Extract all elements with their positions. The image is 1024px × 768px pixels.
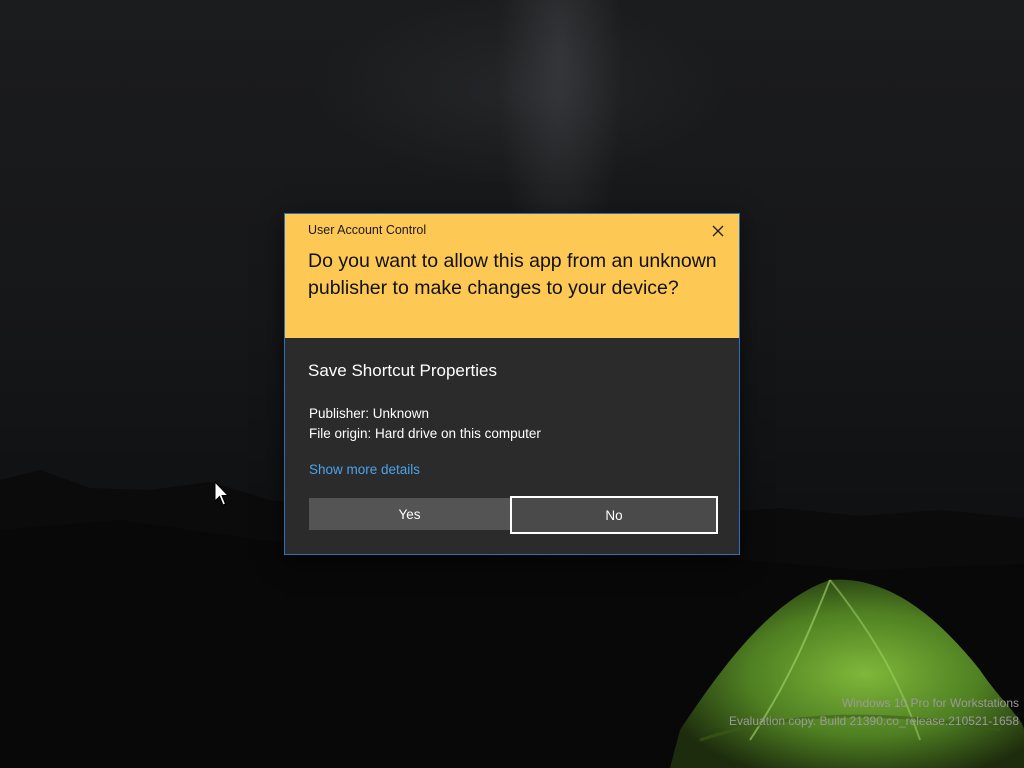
uac-header: User Account Control Do you want to allo… bbox=[285, 214, 739, 338]
app-name: Save Shortcut Properties bbox=[308, 361, 497, 380]
close-button[interactable] bbox=[707, 220, 729, 242]
dialog-question: Do you want to allow this app from an un… bbox=[308, 250, 717, 299]
publisher-label: Publisher: Unknown bbox=[309, 406, 430, 421]
desktop-background: User Account Control Do you want to allo… bbox=[0, 0, 1024, 768]
no-button[interactable]: No bbox=[510, 496, 718, 534]
show-more-details-link[interactable]: Show more details bbox=[309, 462, 420, 477]
arrow-cursor-icon bbox=[214, 481, 230, 506]
dialog-title: User Account Control bbox=[308, 223, 427, 237]
windows-watermark: Windows 10 Pro for Workstations Evaluati… bbox=[729, 694, 1019, 730]
yes-button[interactable]: Yes bbox=[309, 498, 510, 530]
watermark-build: Evaluation copy. Build 21390.co_release.… bbox=[729, 714, 1019, 728]
tent-illustration bbox=[670, 579, 1024, 768]
file-origin-label: File origin: Hard drive on this computer bbox=[309, 425, 541, 441]
app-info: Publisher: Unknown File origin: Hard dri… bbox=[309, 404, 541, 443]
close-icon bbox=[712, 225, 724, 237]
watermark-edition: Windows 10 Pro for Workstations bbox=[841, 696, 1019, 710]
